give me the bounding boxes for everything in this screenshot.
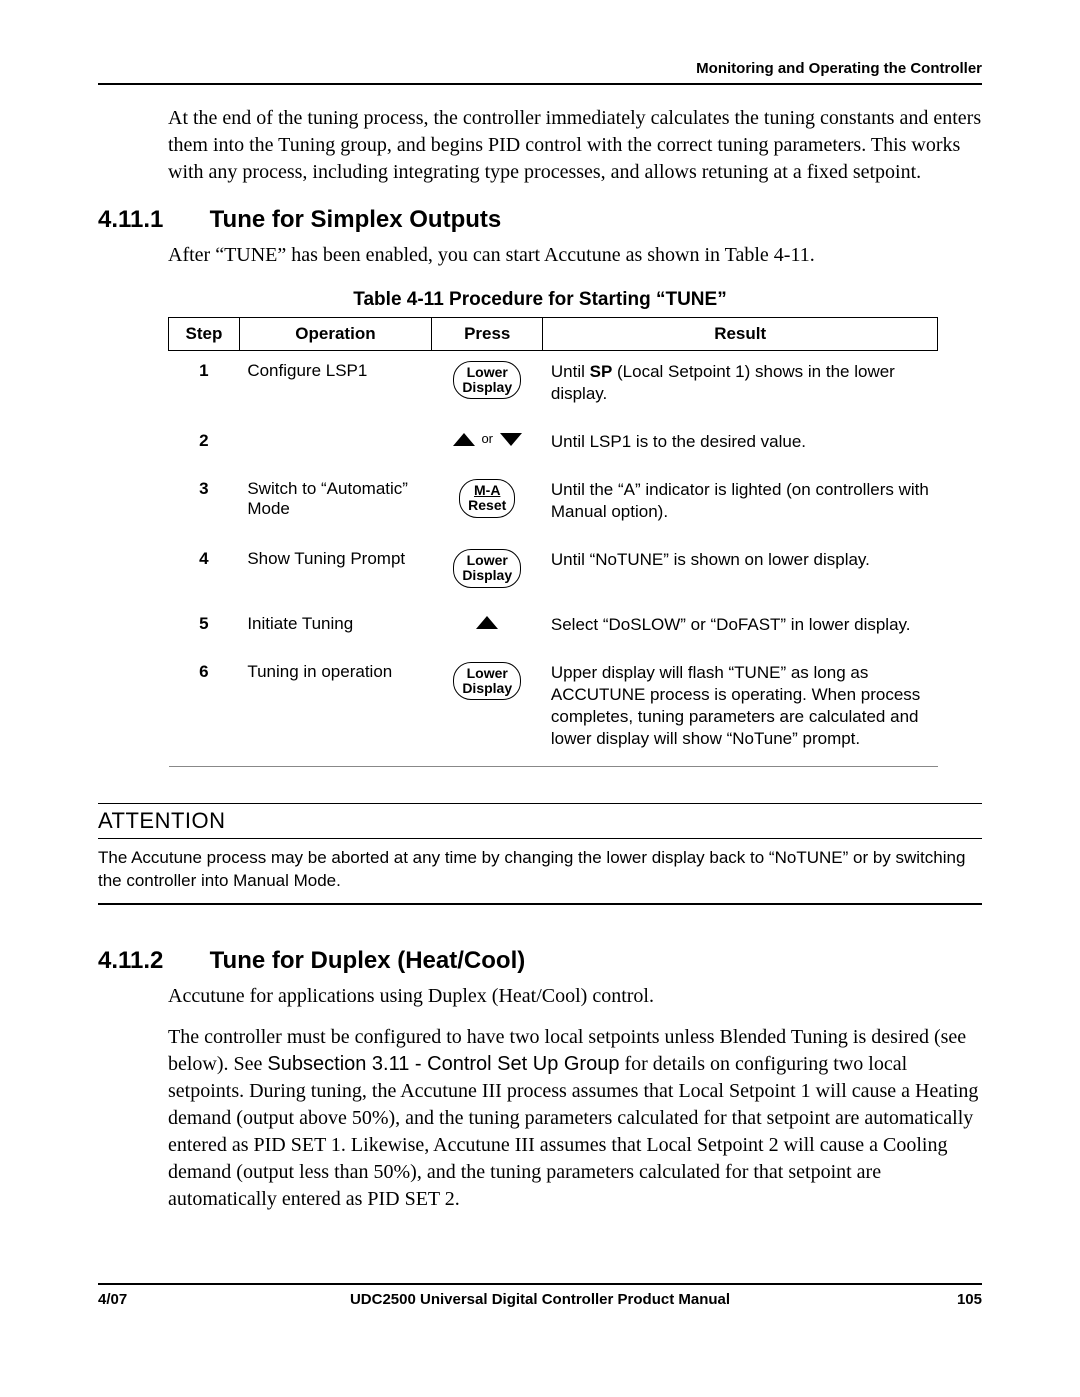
up-arrow-icon <box>453 433 475 446</box>
operation-text: Tuning in operation <box>239 652 431 767</box>
footer-title: UDC2500 Universal Digital Controller Pro… <box>178 1291 902 1308</box>
intro-paragraph: At the end of the tuning process, the co… <box>168 105 982 186</box>
col-result: Result <box>543 318 938 351</box>
up-arrow-icon <box>476 616 498 629</box>
operation-text <box>239 421 431 469</box>
sec-4-11-2-para2: The controller must be configured to hav… <box>168 1024 982 1213</box>
col-step: Step <box>169 318 240 351</box>
step-num: 6 <box>169 652 240 767</box>
attention-box: ATTENTION The Accutune process may be ab… <box>98 803 982 905</box>
press-cell: Lower Display <box>432 652 543 767</box>
press-cell: Lower Display <box>432 539 543 603</box>
sec-4-11-2-para1: Accutune for applications using Duplex (… <box>168 983 982 1010</box>
table-row: 2 or Until LSP1 is to the desired value. <box>169 421 938 469</box>
heading-title: Tune for Simplex Outputs <box>210 206 502 233</box>
table-row: 4 Show Tuning Prompt Lower Display Until… <box>169 539 938 603</box>
footer-page-number: 105 <box>902 1291 982 1308</box>
attention-body: The Accutune process may be aborted at a… <box>98 839 982 903</box>
lower-display-key: Lower Display <box>453 662 521 700</box>
keycap-line2: Display <box>462 379 512 395</box>
col-operation: Operation <box>239 318 431 351</box>
operation-text: Switch to “Automatic” Mode <box>239 469 431 539</box>
table-row: 3 Switch to “Automatic” Mode M-A Reset U… <box>169 469 938 539</box>
sec-4-11-1-para: After “TUNE” has been enabled, you can s… <box>168 242 982 269</box>
para2-text-b: for details on configuring two local set… <box>168 1053 978 1210</box>
keycap-line2: Display <box>462 680 512 696</box>
table-row: 1 Configure LSP1 Lower Display Until SP … <box>169 351 938 422</box>
result-text: Until SP (Local Setpoint 1) shows in the… <box>543 351 938 422</box>
lower-display-key: Lower Display <box>453 361 521 399</box>
keycap-line2: Display <box>462 567 512 583</box>
table-row: 5 Initiate Tuning Select “DoSLOW” or “Do… <box>169 604 938 652</box>
keycap-line1: M-A <box>474 482 500 498</box>
press-cell: or <box>432 421 543 469</box>
keycap-line1: Lower <box>467 552 508 568</box>
operation-text: Initiate Tuning <box>239 604 431 652</box>
lower-display-key: Lower Display <box>453 549 521 587</box>
running-head: Monitoring and Operating the Controller <box>98 60 982 83</box>
result-text: Select “DoSLOW” or “DoFAST” in lower dis… <box>543 604 938 652</box>
step-num: 4 <box>169 539 240 603</box>
table-caption: Table 4-11 Procedure for Starting “TUNE” <box>98 289 982 311</box>
down-arrow-icon <box>500 433 522 446</box>
result-text: Until LSP1 is to the desired value. <box>543 421 938 469</box>
attention-rule-bottom <box>98 903 982 905</box>
keycap-line2: Reset <box>468 497 506 513</box>
para2-crossref: Subsection 3.11 - Control Set Up Group <box>267 1053 619 1075</box>
page-footer: 4/07 UDC2500 Universal Digital Controlle… <box>98 1283 982 1308</box>
operation-text: Configure LSP1 <box>239 351 431 422</box>
step-num: 1 <box>169 351 240 422</box>
keycap-line1: Lower <box>467 665 508 681</box>
operation-text: Show Tuning Prompt <box>239 539 431 603</box>
heading-4-11-1: 4.11.1 Tune for Simplex Outputs <box>98 206 982 234</box>
heading-number: 4.11.2 <box>98 947 203 975</box>
step-num: 3 <box>169 469 240 539</box>
press-cell: Lower Display <box>432 351 543 422</box>
result-text: Until the “A” indicator is lighted (on c… <box>543 469 938 539</box>
col-press: Press <box>432 318 543 351</box>
footer-date: 4/07 <box>98 1291 178 1308</box>
heading-title: Tune for Duplex (Heat/Cool) <box>210 947 526 974</box>
heading-number: 4.11.1 <box>98 206 203 234</box>
result-text: Until “NoTUNE” is shown on lower display… <box>543 539 938 603</box>
or-text: or <box>481 431 493 446</box>
press-cell <box>432 604 543 652</box>
step-num: 2 <box>169 421 240 469</box>
result-bold: SP <box>590 362 613 381</box>
header-rule <box>98 83 982 85</box>
heading-4-11-2: 4.11.2 Tune for Duplex (Heat/Cool) <box>98 947 982 975</box>
keycap-line1: Lower <box>467 364 508 380</box>
attention-title: ATTENTION <box>98 804 982 838</box>
ma-reset-key: M-A Reset <box>459 479 515 517</box>
result-pre: Until <box>551 362 590 381</box>
result-text: Upper display will flash “TUNE” as long … <box>543 652 938 767</box>
table-row: 6 Tuning in operation Lower Display Uppe… <box>169 652 938 767</box>
press-cell: M-A Reset <box>432 469 543 539</box>
procedure-table: Step Operation Press Result 1 Configure … <box>168 317 938 767</box>
step-num: 5 <box>169 604 240 652</box>
